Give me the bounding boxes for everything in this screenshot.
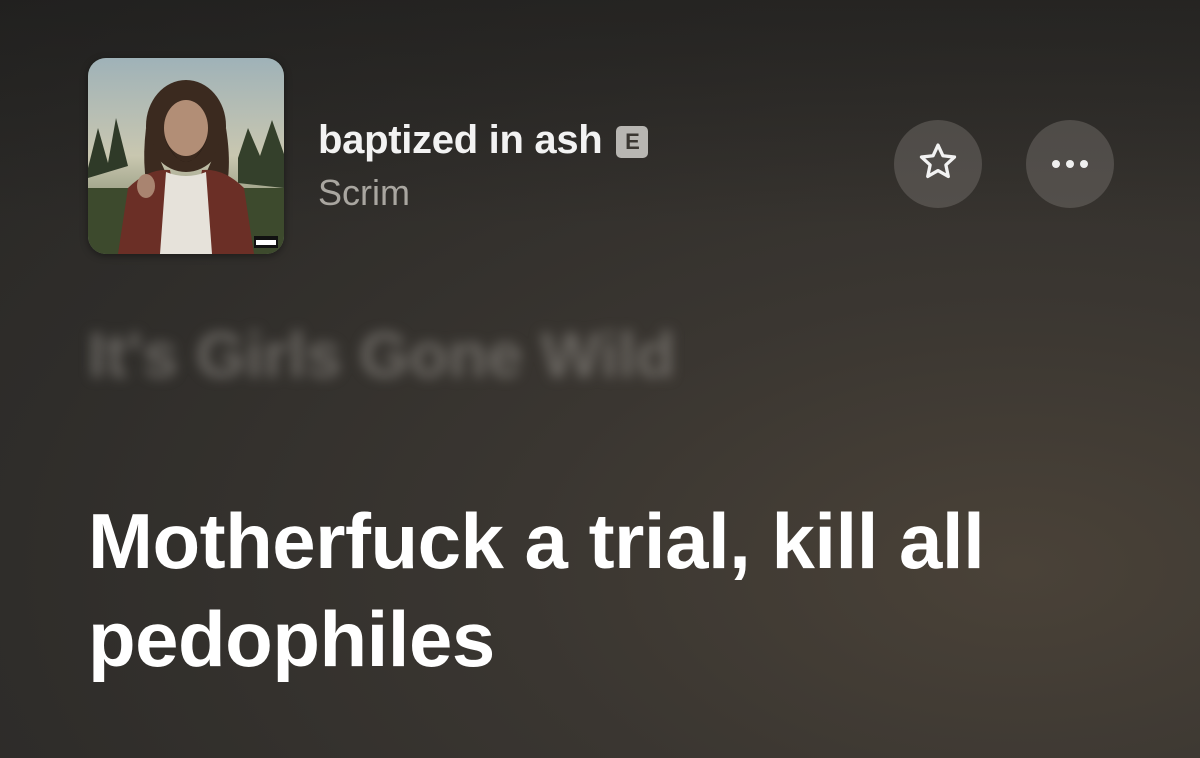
lyric-current-line[interactable]: Motherfuck a trial, kill all pedophiles <box>88 492 1088 688</box>
track-title-row: baptized in ash E <box>318 118 649 163</box>
favorite-button[interactable] <box>894 120 982 208</box>
track-title[interactable]: baptized in ash <box>318 118 603 163</box>
star-icon <box>916 140 960 189</box>
album-art[interactable] <box>88 58 284 254</box>
more-options-button[interactable] <box>1026 120 1114 208</box>
ellipsis-icon <box>1052 160 1088 168</box>
explicit-badge: E <box>616 126 649 158</box>
lyric-previous-line[interactable]: It's Girls Gone Wild <box>88 318 675 392</box>
artist-name[interactable]: Scrim <box>318 172 410 214</box>
